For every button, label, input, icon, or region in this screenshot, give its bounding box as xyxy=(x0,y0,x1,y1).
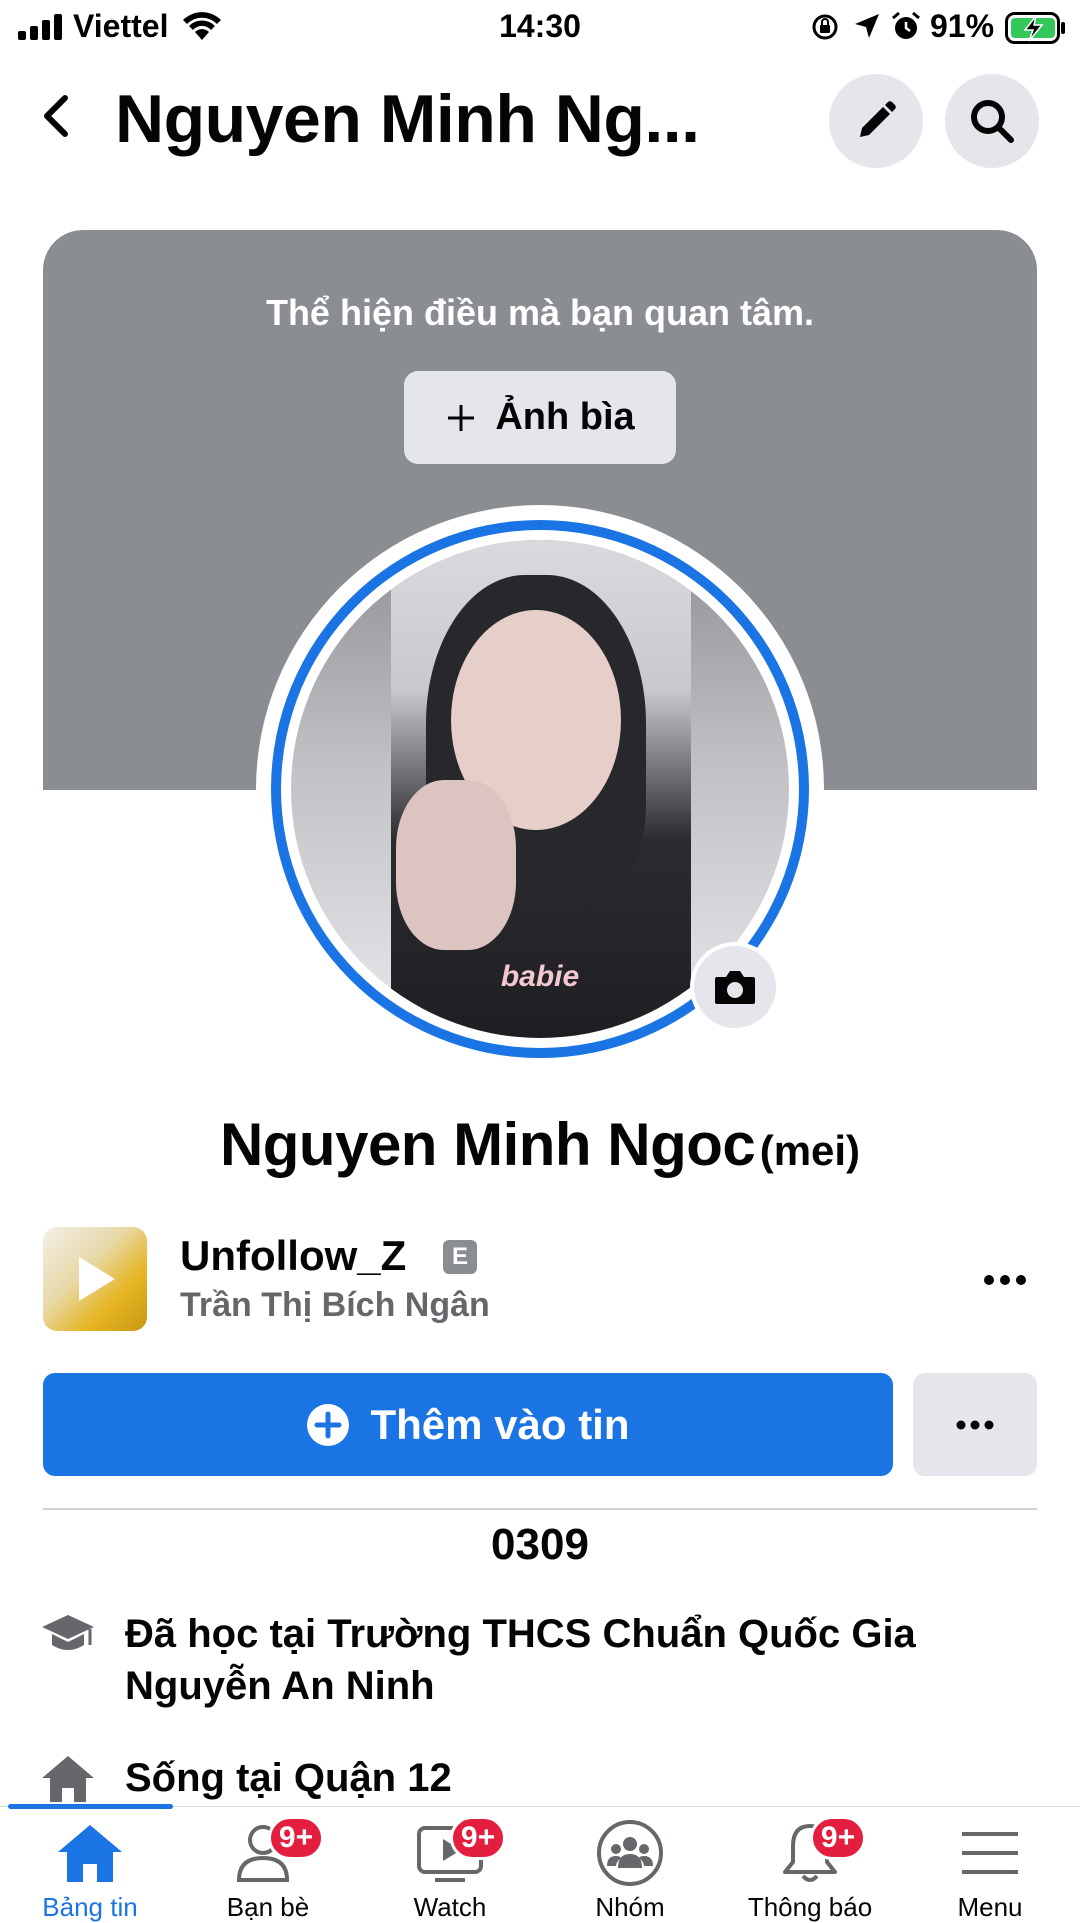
nav-item-menu[interactable]: Menu xyxy=(900,1810,1080,1922)
nav-label-friends: Bạn bè xyxy=(226,1892,310,1922)
nav-label-groups: Nhóm xyxy=(595,1892,665,1922)
watch-badge: 9+ xyxy=(450,1816,506,1860)
edit-icon xyxy=(860,101,896,137)
friends-badge: 9+ xyxy=(268,1816,324,1860)
back-icon xyxy=(44,95,68,137)
back-button[interactable] xyxy=(30,90,82,142)
add-cover-photo-button[interactable]: Ảnh bìa xyxy=(404,371,676,464)
profile-alt-name: (mei) xyxy=(759,1127,861,1174)
residence-text: Sống tại Quận 12 xyxy=(125,1756,452,1800)
battery-charging-icon xyxy=(1005,12,1065,44)
signal-icon xyxy=(18,14,64,40)
nav-item-friends[interactable]: 9+ Bạn bè xyxy=(178,1810,358,1922)
location-icon xyxy=(855,14,879,38)
nav-item-feed[interactable]: Bảng tin xyxy=(0,1810,180,1922)
wifi-icon xyxy=(183,12,221,40)
home-icon xyxy=(38,1748,98,1808)
cover-prompt: Thể hiện điều mà bạn quan tâm. xyxy=(265,292,815,333)
clock: 14:30 xyxy=(499,8,581,44)
notifications-badge: 9+ xyxy=(810,1816,866,1860)
divider xyxy=(43,1508,1037,1510)
camera-icon xyxy=(715,971,755,1004)
music-title[interactable]: Unfollow_Z xyxy=(180,1232,406,1280)
education-text: Đã học tại Trường THCS Chuẩn Quốc Gia Ng… xyxy=(125,1612,916,1708)
music-artist: Trần Thị Bích Ngân xyxy=(180,1286,490,1324)
nav-item-notifications[interactable]: 9+ Thông báo xyxy=(720,1810,900,1922)
status-bar: Viettel 14:30 91% xyxy=(0,0,1080,56)
menu-icon xyxy=(962,1832,1018,1874)
battery-percent: 91% xyxy=(930,8,995,44)
nav-label-watch: Watch xyxy=(413,1892,487,1922)
explicit-badge: E xyxy=(443,1240,477,1274)
plus-icon xyxy=(448,404,475,431)
play-icon xyxy=(79,1257,115,1301)
active-tab-indicator xyxy=(8,1804,173,1809)
nav-label-feed: Bảng tin xyxy=(42,1892,138,1922)
profile-bio: 0309 xyxy=(491,1520,589,1569)
plus-circle-icon xyxy=(307,1403,350,1446)
change-avatar-button[interactable] xyxy=(690,942,780,1032)
home-icon xyxy=(58,1825,122,1882)
search-button[interactable] xyxy=(945,74,1039,168)
orientation-lock-icon xyxy=(812,14,838,40)
profile-more-button[interactable] xyxy=(913,1373,1037,1476)
profile-name: Nguyen Minh Ngoc (mei) xyxy=(0,1110,1080,1179)
groups-icon xyxy=(597,1820,663,1886)
more-horizontal-icon xyxy=(956,1420,994,1429)
carrier-name: Viettel xyxy=(73,8,169,44)
add-to-story-label: Thêm vào tin xyxy=(370,1400,630,1448)
nav-label-notifications: Thông báo xyxy=(747,1892,873,1922)
alarm-icon xyxy=(892,11,920,39)
music-more-button[interactable] xyxy=(975,1260,1035,1300)
search-icon xyxy=(971,100,1014,143)
more-horizontal-icon xyxy=(984,1275,1026,1285)
nav-item-watch[interactable]: 9+ Watch xyxy=(360,1810,540,1922)
header-title: Nguyen Minh Ng... xyxy=(115,81,700,157)
add-cover-label: Ảnh bìa xyxy=(495,396,635,438)
nav-item-groups[interactable]: Nhóm xyxy=(540,1810,720,1922)
education-icon xyxy=(38,1605,98,1665)
profile-name-text: Nguyen Minh Ngoc xyxy=(219,1111,756,1178)
music-album-art[interactable] xyxy=(43,1227,147,1331)
nav-label-menu: Menu xyxy=(957,1892,1023,1922)
add-to-story-button[interactable]: Thêm vào tin xyxy=(43,1373,893,1476)
edit-button[interactable] xyxy=(829,74,923,168)
